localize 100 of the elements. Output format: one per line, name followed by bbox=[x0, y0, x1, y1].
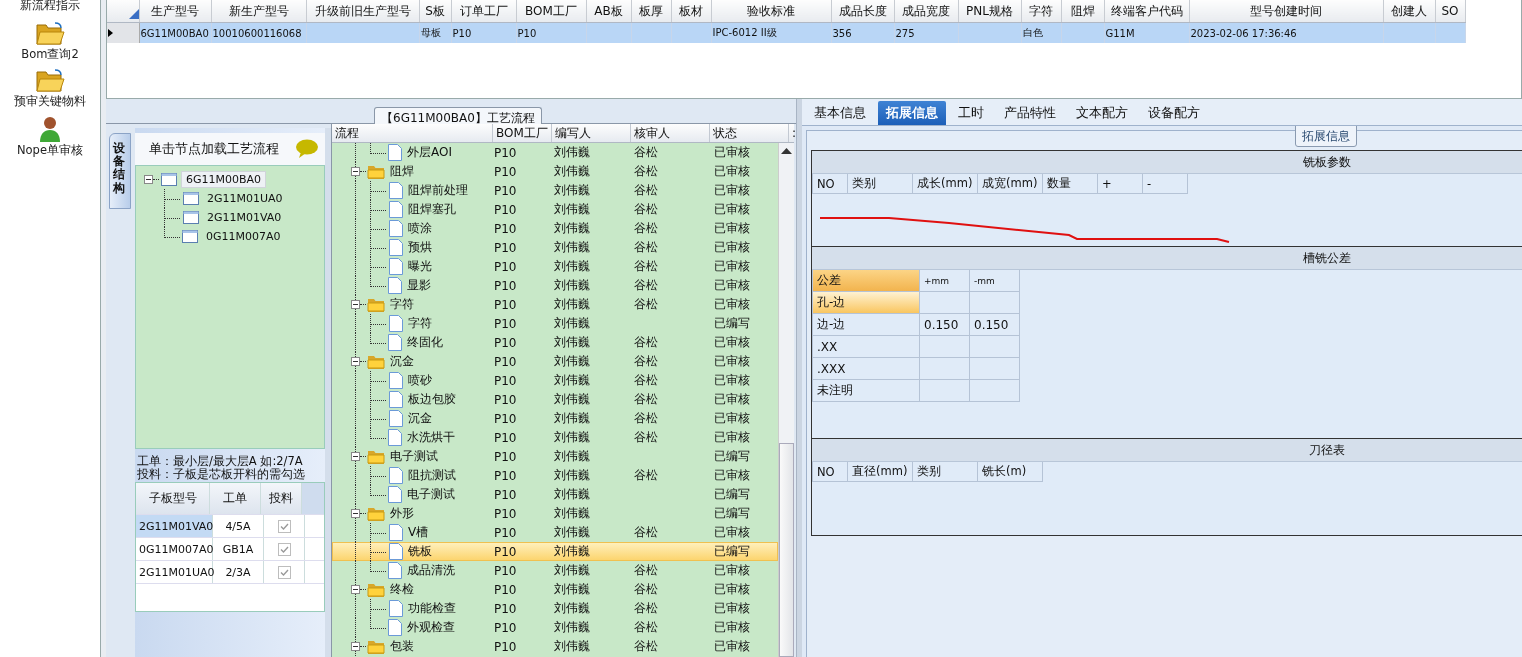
column-header[interactable]: 板材 bbox=[671, 0, 711, 23]
table-row[interactable]: 字符 P10 刘伟巍 已编写 bbox=[332, 314, 778, 333]
collapse-icon[interactable] bbox=[351, 509, 360, 518]
sidebar-item[interactable]: Nope单审核 bbox=[17, 143, 83, 158]
tab[interactable]: 设备配方 bbox=[1140, 101, 1208, 125]
collapse-icon[interactable] bbox=[351, 167, 360, 176]
column-header[interactable]: 工单 bbox=[210, 483, 261, 515]
table-row[interactable]: 板边包胶 P10 刘伟巍 谷松 已审核 bbox=[332, 390, 778, 409]
column-header[interactable]: NO bbox=[812, 174, 848, 194]
table-row[interactable]: 包装 P10 刘伟巍 谷松 已审核 bbox=[332, 637, 778, 656]
sidebar-item[interactable]: 预审关键物料 bbox=[14, 94, 86, 109]
column-header[interactable]: AB板 bbox=[586, 0, 631, 23]
sidebar-item[interactable]: 新流程指示 bbox=[20, 0, 80, 13]
column-header[interactable]: 成宽(mm) bbox=[978, 174, 1043, 194]
table-row[interactable]: 外形 P10 刘伟巍 已编写 bbox=[332, 504, 778, 523]
flow-step: V槽 bbox=[408, 524, 429, 541]
column-header[interactable]: 验收标准 bbox=[711, 0, 831, 23]
person-icon[interactable] bbox=[38, 115, 62, 143]
column-header[interactable]: 创建人 bbox=[1383, 0, 1435, 23]
table-row[interactable]: 预烘 P10 刘伟巍 谷松 已审核 bbox=[332, 238, 778, 257]
tab[interactable]: 基本信息 bbox=[806, 101, 874, 125]
table-row[interactable]: 铣板 P10 刘伟巍 已编写 bbox=[332, 542, 778, 561]
table-row[interactable]: 喷涂 P10 刘伟巍 谷松 已审核 bbox=[332, 219, 778, 238]
column-header[interactable]: 成长(mm) bbox=[913, 174, 978, 194]
column-header[interactable]: -mm bbox=[970, 270, 1020, 292]
column-header[interactable]: 阻焊 bbox=[1061, 0, 1104, 23]
tree-node[interactable]: 2G11M01UA0 bbox=[203, 191, 287, 206]
side-tab[interactable]: 设备结构 bbox=[109, 133, 131, 209]
table-cell: 刘伟巍 bbox=[554, 239, 590, 256]
column-header[interactable]: 数量 bbox=[1043, 174, 1098, 194]
table-row[interactable]: 字符 P10 刘伟巍 谷松 已审核 bbox=[332, 295, 778, 314]
collapse-icon[interactable] bbox=[351, 300, 360, 309]
column-header[interactable]: 类别 bbox=[913, 462, 978, 482]
table-row[interactable]: 终固化 P10 刘伟巍 谷松 已审核 bbox=[332, 333, 778, 352]
table-row[interactable]: 电子测试 P10 刘伟巍 已编写 bbox=[332, 447, 778, 466]
column-header[interactable]: 字符 bbox=[1021, 0, 1061, 23]
table-cell: 刘伟巍 bbox=[554, 353, 590, 370]
tab[interactable]: 工时 bbox=[950, 101, 992, 125]
column-header[interactable]: 终端客户代码 bbox=[1104, 0, 1189, 23]
folder-icon[interactable] bbox=[35, 21, 65, 47]
scroll-thumb[interactable] bbox=[779, 443, 794, 657]
table-row[interactable]: 功能检查 P10 刘伟巍 谷松 已审核 bbox=[332, 599, 778, 618]
column-header[interactable]: 编写人 bbox=[552, 124, 631, 142]
table-row[interactable]: 曝光 P10 刘伟巍 谷松 已审核 bbox=[332, 257, 778, 276]
table-row[interactable]: 显影 P10 刘伟巍 谷松 已审核 bbox=[332, 276, 778, 295]
column-header[interactable]: 直径(mm) bbox=[848, 462, 913, 482]
column-header[interactable]: 公差 bbox=[812, 270, 920, 292]
column-header[interactable]: + bbox=[1098, 174, 1143, 194]
column-header[interactable]: 子板型号 bbox=[136, 483, 210, 515]
tab[interactable]: 拓展信息 bbox=[878, 101, 946, 125]
table-row[interactable]: 终检 P10 刘伟巍 谷松 已审核 bbox=[332, 580, 778, 599]
column-header[interactable]: 成品长度 bbox=[831, 0, 894, 23]
column-header[interactable]: 型号创建时间 bbox=[1189, 0, 1383, 23]
collapse-icon[interactable] bbox=[351, 357, 360, 366]
collapse-icon[interactable] bbox=[351, 585, 360, 594]
column-header[interactable]: 核审人 bbox=[631, 124, 710, 142]
table-row[interactable]: 阻焊 P10 刘伟巍 谷松 已审核 bbox=[332, 162, 778, 181]
scrollbar[interactable] bbox=[778, 143, 794, 657]
column-header[interactable]: PNL规格 bbox=[958, 0, 1021, 23]
column-header[interactable]: 成品宽度 bbox=[894, 0, 958, 23]
collapse-icon[interactable] bbox=[144, 175, 153, 184]
table-row[interactable]: 阻抗测试 P10 刘伟巍 谷松 已审核 bbox=[332, 466, 778, 485]
column-header[interactable]: NO bbox=[812, 462, 848, 482]
tree-node[interactable]: 6G11M00BA0 bbox=[181, 171, 267, 188]
table-row[interactable]: 电子测试 P10 刘伟巍 已编写 bbox=[332, 485, 778, 504]
table-row[interactable]: 沉金 P10 刘伟巍 谷松 已审核 bbox=[332, 352, 778, 371]
tab[interactable]: 文本配方 bbox=[1068, 101, 1136, 125]
speech-bubble-icon bbox=[295, 139, 319, 159]
column-header[interactable]: 状态 bbox=[710, 124, 789, 142]
scroll-up-icon[interactable] bbox=[781, 147, 792, 154]
column-header[interactable]: 订单工厂 bbox=[451, 0, 516, 23]
table-row[interactable]: 沉金 P10 刘伟巍 谷松 已审核 bbox=[332, 409, 778, 428]
tab[interactable]: 产品特性 bbox=[996, 101, 1064, 125]
table-row[interactable]: 外层AOI P10 刘伟巍 谷松 已审核 bbox=[332, 143, 778, 162]
table-row[interactable]: 水洗烘干 P10 刘伟巍 谷松 已审核 bbox=[332, 428, 778, 447]
column-header[interactable]: 升级前旧生产型号 bbox=[306, 0, 419, 23]
column-header[interactable]: 板厚 bbox=[631, 0, 671, 23]
table-row[interactable]: 成品清洗 P10 刘伟巍 谷松 已审核 bbox=[332, 561, 778, 580]
table-row[interactable]: 阻焊塞孔 P10 刘伟巍 谷松 已审核 bbox=[332, 200, 778, 219]
column-header[interactable]: 生产型号 bbox=[139, 0, 211, 23]
column-header[interactable]: - bbox=[1143, 174, 1188, 194]
column-header[interactable]: S板 bbox=[419, 0, 451, 23]
table-row[interactable]: 阻焊前处理 P10 刘伟巍 谷松 已审核 bbox=[332, 181, 778, 200]
column-header[interactable]: BOM工厂 bbox=[493, 124, 552, 142]
column-header[interactable]: 新生产型号 bbox=[211, 0, 306, 23]
column-header[interactable]: SO bbox=[1435, 0, 1465, 23]
table-row[interactable]: 外观检查 P10 刘伟巍 谷松 已审核 bbox=[332, 618, 778, 637]
collapse-icon[interactable] bbox=[351, 452, 360, 461]
column-header[interactable]: BOM工厂 bbox=[516, 0, 586, 23]
tree-node[interactable]: 0G11M007A0 bbox=[202, 229, 285, 244]
table-row[interactable]: 喷砂 P10 刘伟巍 谷松 已审核 bbox=[332, 371, 778, 390]
column-header[interactable]: 流程 bbox=[332, 124, 493, 142]
folder-icon[interactable] bbox=[35, 68, 65, 94]
column-header[interactable]: 类别 bbox=[848, 174, 913, 194]
column-header[interactable]: 铣长(m) bbox=[978, 462, 1043, 482]
column-header[interactable]: +mm bbox=[920, 270, 970, 292]
collapse-icon[interactable] bbox=[351, 642, 360, 651]
tree-node[interactable]: 2G11M01VA0 bbox=[203, 210, 286, 225]
sidebar-item[interactable]: Bom查询2 bbox=[21, 47, 79, 62]
table-cell: 已审核 bbox=[714, 201, 750, 218]
